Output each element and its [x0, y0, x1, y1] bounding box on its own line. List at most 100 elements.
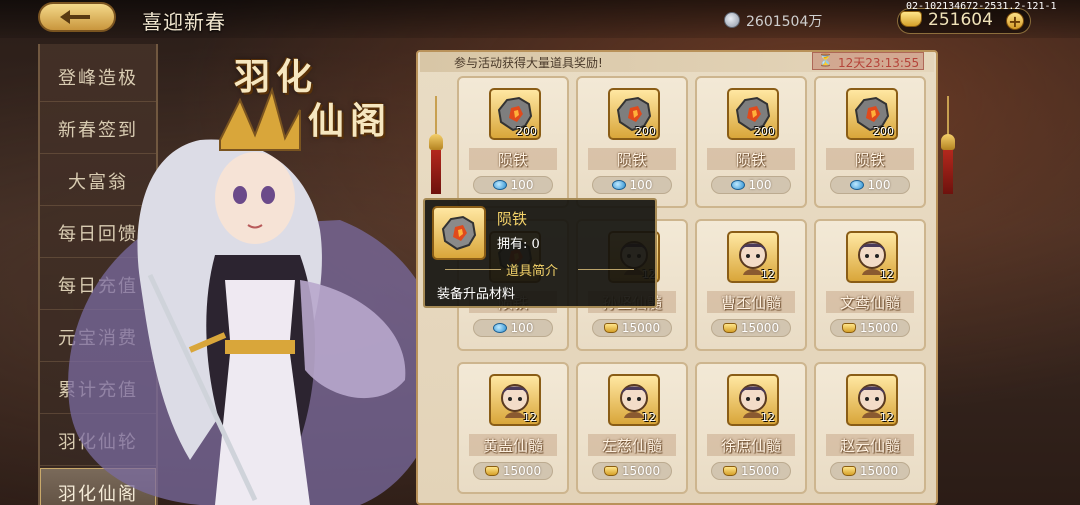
silver-coin-icon	[724, 12, 740, 28]
tooltip-description: 装备升品材料	[437, 287, 516, 302]
buy-price-button[interactable]: 100	[473, 176, 553, 194]
tooltip-section-title: 道具简介	[506, 264, 559, 279]
item-slot[interactable]: 12	[489, 374, 541, 426]
item-quantity: 200	[635, 125, 656, 138]
shop-item-card[interactable]: 200 陨铁 100	[576, 76, 688, 208]
item-slot[interactable]: 12	[846, 231, 898, 283]
buy-price-button[interactable]: 100	[592, 176, 672, 194]
gold-ingot-icon	[722, 466, 737, 476]
tooltip-item-slot	[432, 206, 486, 260]
item-name: 黄盖仙髓	[469, 434, 557, 456]
tooltip-divider-left	[445, 269, 501, 270]
event-logo: 羽化 仙阁	[232, 48, 422, 142]
item-slot[interactable]: 200	[489, 88, 541, 140]
item-name: 文鸯仙髓	[826, 291, 914, 313]
shop-item-card[interactable]: 12 曹丕仙髓 15000	[695, 219, 807, 351]
item-price: 100	[510, 178, 534, 192]
item-quantity: 12	[880, 411, 894, 424]
event-logo-line2: 仙阁	[308, 100, 393, 142]
shop-item-card[interactable]: 200 陨铁 100	[814, 76, 926, 208]
buy-price-button[interactable]: 100	[473, 319, 553, 337]
back-button[interactable]	[38, 2, 116, 32]
item-slot[interactable]: 12	[727, 374, 779, 426]
back-arrow-icon	[60, 10, 90, 24]
buy-price-button[interactable]: 15000	[592, 462, 672, 480]
shop-item-card[interactable]: 12 徐庶仙髓 15000	[695, 362, 807, 494]
tooltip-divider-right	[578, 269, 634, 270]
item-price: 15000	[621, 321, 661, 335]
jade-coin-icon	[492, 180, 507, 190]
item-name: 左慈仙髓	[588, 434, 676, 456]
jade-coin-icon	[730, 180, 745, 190]
panel-description: 参与活动获得大量道具奖励!	[454, 56, 603, 70]
item-quantity: 12	[523, 411, 537, 424]
event-logo-line1: 羽化	[234, 56, 319, 98]
shop-item-card[interactable]: 200 陨铁 100	[457, 76, 569, 208]
silver-amount: 2601504万	[746, 14, 823, 30]
item-name: 陨铁	[826, 148, 914, 170]
item-price: 15000	[740, 464, 780, 478]
item-price: 100	[629, 178, 653, 192]
buy-price-button[interactable]: 15000	[473, 462, 553, 480]
item-price: 100	[748, 178, 772, 192]
item-price: 100	[510, 321, 534, 335]
hourglass-icon: ⏳	[818, 53, 833, 67]
item-quantity: 12	[880, 268, 894, 281]
recharge-plus-button[interactable]: +	[1006, 12, 1024, 30]
jade-coin-icon	[849, 180, 864, 190]
buy-price-button[interactable]: 100	[711, 176, 791, 194]
jade-coin-icon	[611, 180, 626, 190]
tooltip-owned-count: 拥有: 0	[497, 237, 540, 252]
event-timer: 12天23:13:55	[838, 56, 920, 70]
gold-ingot-icon	[603, 323, 618, 333]
buy-price-button[interactable]: 15000	[711, 319, 791, 337]
item-quantity: 12	[761, 411, 775, 424]
item-name: 徐庶仙髓	[707, 434, 795, 456]
item-slot[interactable]: 200	[608, 88, 660, 140]
gold-ingot-icon	[603, 466, 618, 476]
buy-price-button[interactable]: 100	[830, 176, 910, 194]
item-slot[interactable]: 12	[608, 374, 660, 426]
item-name: 陨铁	[469, 148, 557, 170]
buy-price-button[interactable]: 15000	[830, 319, 910, 337]
item-price: 15000	[859, 321, 899, 335]
item-slot[interactable]: 12	[846, 374, 898, 426]
buy-price-button[interactable]: 15000	[830, 462, 910, 480]
gold-ingot-icon	[900, 11, 922, 27]
item-name: 曹丕仙髓	[707, 291, 795, 313]
gold-ingot-icon	[484, 466, 499, 476]
tooltip-item-name: 陨铁	[497, 210, 528, 228]
hero-character-illustration	[68, 86, 442, 505]
tassel-decoration-right	[941, 96, 955, 216]
item-quantity: 200	[516, 125, 537, 138]
item-quantity: 200	[754, 125, 775, 138]
item-price: 15000	[740, 321, 780, 335]
item-price: 15000	[502, 464, 542, 478]
shop-item-card[interactable]: 200 陨铁 100	[695, 76, 807, 208]
gold-ingot-icon	[722, 323, 737, 333]
item-quantity: 12	[761, 268, 775, 281]
item-slot[interactable]: 200	[727, 88, 779, 140]
item-price: 15000	[859, 464, 899, 478]
debug-id-text: 02-102134672-2531.2-121-1	[906, 1, 1057, 12]
jade-coin-icon	[492, 323, 507, 333]
item-price: 15000	[621, 464, 661, 478]
buy-price-button[interactable]: 15000	[592, 319, 672, 337]
page-title: 喜迎新春	[142, 10, 226, 34]
item-name: 陨铁	[707, 148, 795, 170]
meteor-iron-icon	[441, 215, 477, 251]
item-name: 陨铁	[588, 148, 676, 170]
item-name: 赵云仙髓	[826, 434, 914, 456]
item-slot[interactable]: 200	[846, 88, 898, 140]
shop-item-card[interactable]: 12 黄盖仙髓 15000	[457, 362, 569, 494]
gold-ingot-icon	[841, 466, 856, 476]
shop-item-card[interactable]: 12 左慈仙髓 15000	[576, 362, 688, 494]
shop-item-card[interactable]: 12 赵云仙髓 15000	[814, 362, 926, 494]
gold-ingot-icon	[841, 323, 856, 333]
buy-price-button[interactable]: 15000	[711, 462, 791, 480]
item-slot[interactable]: 12	[727, 231, 779, 283]
shop-item-card[interactable]: 12 文鸯仙髓 15000	[814, 219, 926, 351]
gold-amount: 251604	[928, 10, 993, 30]
item-quantity: 12	[642, 411, 656, 424]
item-quantity: 200	[873, 125, 894, 138]
